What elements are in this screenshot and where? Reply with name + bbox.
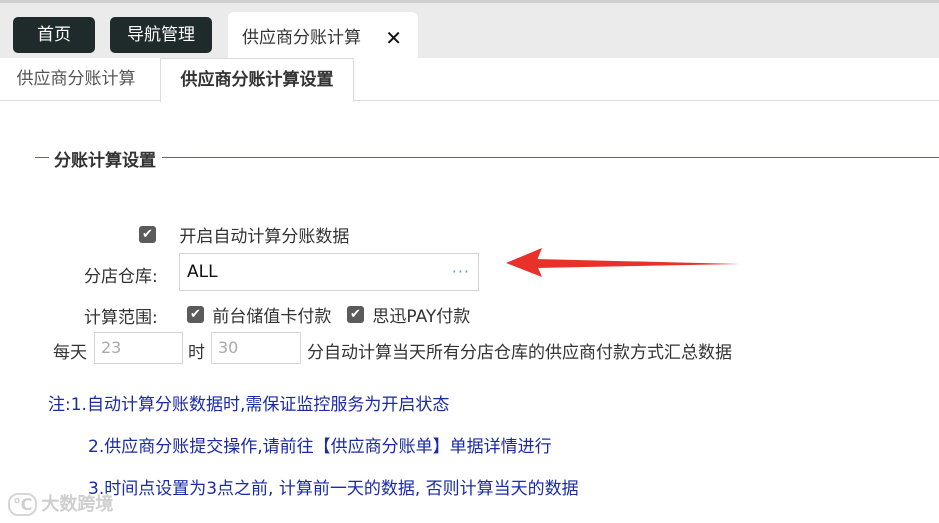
note-2: 2.供应商分账提交操作,请前往【供应商分账单】单据详情进行 (88, 437, 552, 457)
scope-option-pay: ✔ 思迅PAY付款 (347, 302, 470, 327)
top-tab-bar: 首页 导航管理 供应商分账计算 ✕ (0, 0, 939, 61)
watermark-icon: ℃ (8, 493, 38, 516)
watermark-text: 大数跨境 (41, 494, 114, 515)
close-icon[interactable]: ✕ (385, 12, 402, 64)
auto-calc-label: 开启自动计算分账数据 (179, 227, 350, 247)
watermark-logo: ℃ 大数跨境 (8, 490, 113, 516)
section-title: 分账计算设置 (52, 146, 158, 171)
scope-label: 计算范围: (84, 308, 158, 328)
auto-calc-row: ✔ 开启自动计算分账数据 (139, 222, 349, 247)
hour-input[interactable]: 23 (94, 332, 183, 364)
schedule-hour-unit: 时 (188, 343, 205, 363)
minute-input[interactable]: 30 (211, 332, 301, 364)
red-arrow-annotation (506, 248, 740, 277)
warehouse-value: ALL (187, 262, 218, 282)
schedule-suffix: 分自动计算当天所有分店仓库的供应商付款方式汇总数据 (307, 343, 732, 363)
scope-card-checkbox[interactable]: ✔ (187, 306, 204, 323)
arrow-shaft (536, 259, 740, 268)
fieldset-border-right (162, 157, 939, 158)
sub-tab-bar: 供应商分账计算 供应商分账计算设置 (0, 58, 939, 102)
subtab-split-calc[interactable]: 供应商分账计算 (0, 58, 152, 101)
scope-option-card: ✔ 前台储值卡付款 (187, 302, 331, 327)
scope-pay-label: 思迅PAY付款 (372, 307, 471, 327)
tab-supplier-split-calc[interactable]: 供应商分账计算 ✕ (228, 12, 418, 61)
fieldset-border-left (35, 157, 49, 158)
note-1: 注:1.自动计算分账数据时,需保证监控服务为开启状态 (48, 395, 450, 415)
subtab-split-calc-settings[interactable]: 供应商分账计算设置 (160, 58, 354, 102)
scope-card-label: 前台储值卡付款 (212, 307, 332, 327)
warehouse-field[interactable]: ALL ··· (179, 253, 479, 291)
schedule-prefix: 每天 (53, 343, 87, 363)
scope-pay-checkbox[interactable]: ✔ (347, 306, 364, 323)
tab-current-label: 供应商分账计算 (242, 28, 361, 48)
note-3: 3.时间点设置为3点之前, 计算前一天的数据, 否则计算当天的数据 (88, 479, 579, 499)
auto-calc-checkbox[interactable]: ✔ (139, 226, 156, 243)
tab-home[interactable]: 首页 (13, 17, 95, 53)
tab-nav-management[interactable]: 导航管理 (110, 17, 212, 53)
more-icon[interactable]: ··· (452, 254, 470, 290)
warehouse-label: 分店仓库: (84, 267, 158, 287)
